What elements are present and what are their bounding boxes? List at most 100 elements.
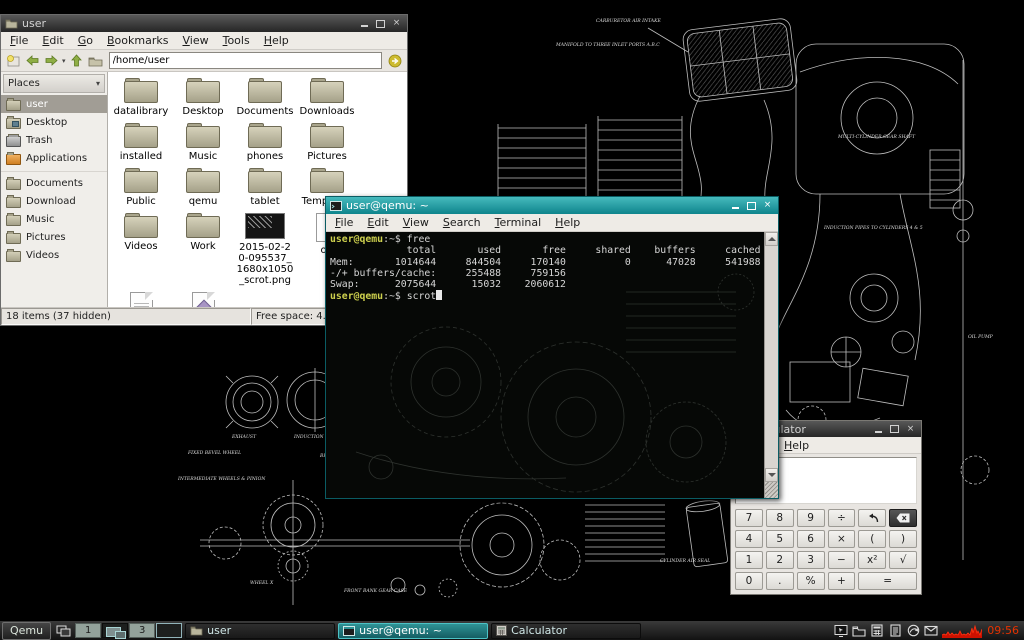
- minimize-button[interactable]: [872, 424, 885, 435]
- sidebar-item-user[interactable]: user: [1, 95, 107, 113]
- calc-key-6[interactable]: 6: [797, 530, 825, 548]
- calc-key-4[interactable]: 4: [735, 530, 763, 548]
- taskbar-task-user[interactable]: user: [185, 623, 335, 639]
- workspace-1[interactable]: 1: [75, 623, 101, 638]
- workspace-3[interactable]: 3: [129, 623, 155, 638]
- workspace-4[interactable]: [156, 623, 182, 638]
- calc-key-backspace[interactable]: [889, 509, 917, 527]
- home-folder-icon[interactable]: [88, 53, 104, 69]
- terminal-menu-help[interactable]: Help: [548, 215, 587, 230]
- taskbar-task-user-qemu-[interactable]: user@qemu: ~: [338, 623, 488, 639]
- qemu-menu-button[interactable]: Qemu: [2, 622, 51, 640]
- scroll-up-icon[interactable]: [765, 232, 778, 246]
- terminal-menu-file[interactable]: File: [328, 215, 360, 230]
- close-button[interactable]: ×: [761, 200, 774, 211]
- minimize-button[interactable]: [729, 200, 742, 211]
- up-icon[interactable]: [69, 53, 85, 69]
- sidebar-item-trash[interactable]: Trash: [1, 131, 107, 149]
- calc-key-undo-arrow[interactable]: [858, 509, 886, 527]
- terminal-menu-view[interactable]: View: [396, 215, 436, 230]
- go-icon[interactable]: [387, 53, 403, 69]
- calculator-menu-help[interactable]: Help: [777, 438, 816, 453]
- file-item-unnamed[interactable]: [111, 292, 171, 307]
- calc-key-−[interactable]: −: [828, 551, 856, 569]
- scroll-down-icon[interactable]: [765, 468, 778, 482]
- file-item-tablet[interactable]: tablet: [235, 168, 295, 207]
- terminal-scrollbar[interactable]: [764, 232, 778, 482]
- history-dropdown-icon[interactable]: ▾: [62, 57, 66, 65]
- calc-key-+[interactable]: +: [828, 572, 856, 590]
- terminal-menu-terminal[interactable]: Terminal: [488, 215, 549, 230]
- file-item-unnamed[interactable]: [173, 292, 233, 307]
- fm-menu-tools[interactable]: Tools: [216, 33, 257, 48]
- maximize-button[interactable]: [374, 18, 387, 29]
- new-tab-icon[interactable]: [5, 53, 21, 69]
- sidebar-item-music[interactable]: Music: [1, 210, 107, 228]
- terminal-content[interactable]: user@qemu:~$ free total used free shared…: [326, 232, 778, 498]
- browser-icon[interactable]: [905, 623, 921, 639]
- calc-key-√[interactable]: √: [889, 551, 917, 569]
- file-item-Music[interactable]: Music: [173, 123, 233, 162]
- calc-key-÷[interactable]: ÷: [828, 509, 856, 527]
- window-list-icon[interactable]: [54, 623, 72, 639]
- terminal-menu-edit[interactable]: Edit: [360, 215, 395, 230]
- file-manager-titlebar[interactable]: user ×: [1, 15, 407, 32]
- close-button[interactable]: ×: [390, 18, 403, 29]
- sidebar-item-videos[interactable]: Videos: [1, 246, 107, 264]
- calc-key-3[interactable]: 3: [797, 551, 825, 569]
- cpu-graph[interactable]: [942, 623, 982, 638]
- resize-grip[interactable]: [764, 482, 778, 498]
- fm-menu-view[interactable]: View: [175, 33, 215, 48]
- back-icon[interactable]: [24, 53, 40, 69]
- file-item-datalibrary[interactable]: datalibrary: [111, 78, 171, 117]
- calc-key-7[interactable]: 7: [735, 509, 763, 527]
- calc-key-.[interactable]: .: [766, 572, 794, 590]
- minimize-button[interactable]: [358, 18, 371, 29]
- calc-key-=[interactable]: =: [858, 572, 917, 590]
- file-item-Downloads[interactable]: Downloads: [297, 78, 357, 117]
- maximize-button[interactable]: [888, 424, 901, 435]
- terminal-menu-search[interactable]: Search: [436, 215, 488, 230]
- sidebar-item-applications[interactable]: Applications: [1, 149, 107, 167]
- workspace-pager[interactable]: 13: [75, 623, 182, 638]
- file-item-qemu[interactable]: qemu: [173, 168, 233, 207]
- calc-key-)[interactable]: ): [889, 530, 917, 548]
- fm-menu-bookmarks[interactable]: Bookmarks: [100, 33, 175, 48]
- fm-menu-help[interactable]: Help: [257, 33, 296, 48]
- fm-menu-file[interactable]: File: [3, 33, 35, 48]
- file-item-Documents[interactable]: Documents: [235, 78, 295, 117]
- file-item-2015-02-20-095537_1680x1050_scrot.png[interactable]: 2015-02-20-095537_1680x1050_scrot.png: [235, 213, 295, 286]
- calc-key-%[interactable]: %: [797, 572, 825, 590]
- calc-key-8[interactable]: 8: [766, 509, 794, 527]
- file-item-Public[interactable]: Public: [111, 168, 171, 207]
- calc-key-2[interactable]: 2: [766, 551, 794, 569]
- fm-menu-edit[interactable]: Edit: [35, 33, 70, 48]
- calc-key-1[interactable]: 1: [735, 551, 763, 569]
- close-button[interactable]: ×: [904, 424, 917, 435]
- file-item-installed[interactable]: installed: [111, 123, 171, 162]
- file-item-Videos[interactable]: Videos: [111, 213, 171, 286]
- clock[interactable]: 09:56: [987, 624, 1019, 637]
- calc-key-([interactable]: (: [858, 530, 886, 548]
- file-item-phones[interactable]: phones: [235, 123, 295, 162]
- sidebar-item-pictures[interactable]: Pictures: [1, 228, 107, 246]
- calc-key-×[interactable]: ×: [828, 530, 856, 548]
- calc-key-0[interactable]: 0: [735, 572, 763, 590]
- file-item-Work[interactable]: Work: [173, 213, 233, 286]
- screen-share-icon[interactable]: [833, 623, 849, 639]
- calculator-icon[interactable]: [869, 623, 885, 639]
- calc-key-x²[interactable]: x²: [858, 551, 886, 569]
- calc-key-9[interactable]: 9: [797, 509, 825, 527]
- notes-icon[interactable]: [887, 623, 903, 639]
- sidebar-item-documents[interactable]: Documents: [1, 174, 107, 192]
- places-selector[interactable]: Places ▾: [3, 74, 105, 93]
- terminal-titlebar[interactable]: user@qemu: ~ ×: [326, 197, 778, 214]
- file-item-Pictures[interactable]: Pictures: [297, 123, 357, 162]
- file-item-Desktop[interactable]: Desktop: [173, 78, 233, 117]
- mail-icon[interactable]: [923, 623, 939, 639]
- maximize-button[interactable]: [745, 200, 758, 211]
- folder-icon[interactable]: [851, 623, 867, 639]
- workspace-2[interactable]: [102, 623, 128, 638]
- path-input[interactable]: [109, 52, 382, 69]
- calc-key-5[interactable]: 5: [766, 530, 794, 548]
